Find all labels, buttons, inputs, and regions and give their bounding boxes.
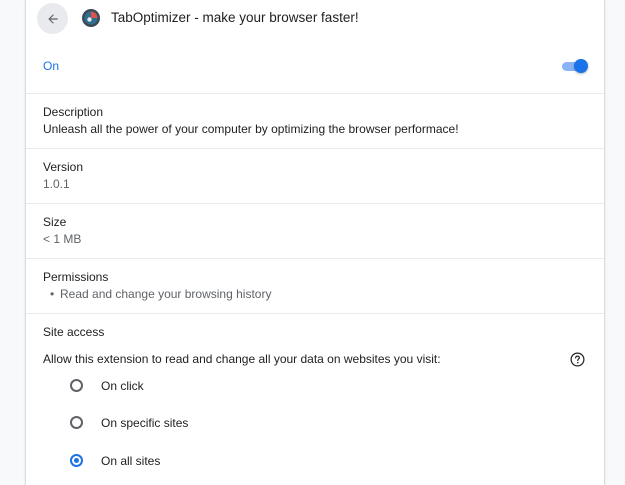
enabled-status-label: On xyxy=(43,59,60,73)
version-value: 1.0.1 xyxy=(43,177,70,191)
permissions-label: Permissions xyxy=(43,270,109,284)
permissions-section: Permissions • Read and change your brows… xyxy=(26,258,604,313)
extension-title: TabOptimizer - make your browser faster! xyxy=(111,10,359,25)
site-access-section: Site access Allow this extension to read… xyxy=(26,313,604,485)
enable-row: On xyxy=(26,48,604,84)
version-label: Version xyxy=(43,160,84,174)
back-button[interactable] xyxy=(37,3,68,34)
details-header: TabOptimizer - make your browser faster! xyxy=(26,0,604,38)
radio-specific-sites[interactable] xyxy=(70,416,83,429)
size-section: Size < 1 MB xyxy=(26,203,604,258)
site-access-description: Allow this extension to read and change … xyxy=(43,352,441,366)
radio-label-specific-sites: On specific sites xyxy=(101,416,189,430)
description-section: Description Unleash all the power of you… xyxy=(26,93,604,148)
site-access-option-all-sites[interactable]: On all sites xyxy=(66,452,266,472)
radio-all-sites[interactable] xyxy=(70,454,83,467)
radio-on-click[interactable] xyxy=(70,379,83,392)
site-access-option-specific-sites[interactable]: On specific sites xyxy=(66,414,266,434)
site-access-label: Site access xyxy=(43,325,105,339)
site-access-option-on-click[interactable]: On click xyxy=(66,377,266,397)
bullet-icon: • xyxy=(50,287,55,301)
description-value: Unleash all the power of your computer b… xyxy=(43,122,459,136)
help-circle-icon[interactable] xyxy=(570,352,585,367)
version-section: Version 1.0.1 xyxy=(26,148,604,203)
extension-details-card: TabOptimizer - make your browser faster!… xyxy=(25,0,605,485)
enable-toggle[interactable] xyxy=(560,59,588,73)
permission-item: Read and change your browsing history xyxy=(60,287,272,301)
arrow-back-icon xyxy=(47,13,58,24)
radio-label-on-click: On click xyxy=(101,379,144,393)
size-value: < 1 MB xyxy=(43,232,82,246)
description-label: Description xyxy=(43,105,104,119)
extension-logo-icon xyxy=(82,9,100,27)
size-label: Size xyxy=(43,215,67,229)
toggle-knob xyxy=(574,59,588,73)
radio-label-all-sites: On all sites xyxy=(101,454,161,468)
